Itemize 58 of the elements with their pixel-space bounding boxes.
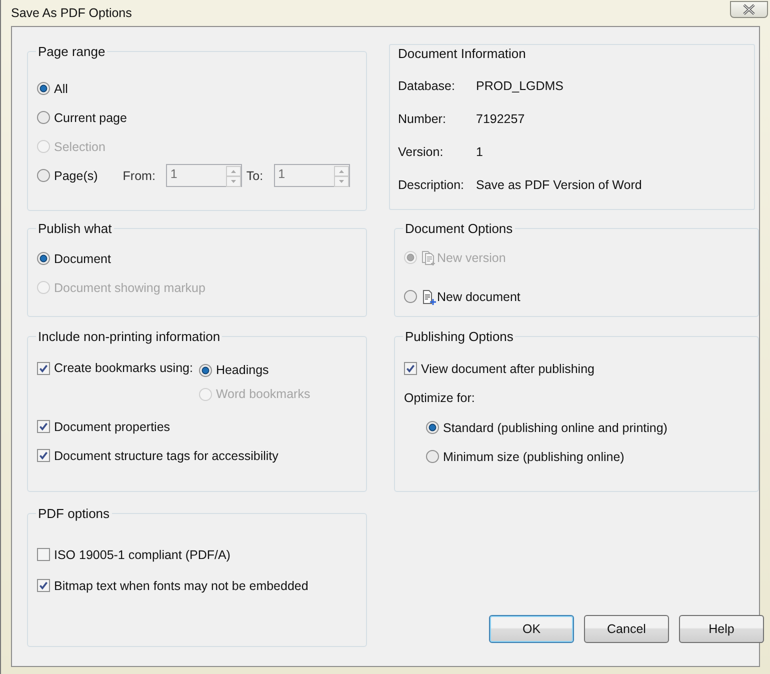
dialog-button[interactable]: OK xyxy=(489,615,574,643)
group-title: Publish what xyxy=(37,221,113,236)
field-value: Save as PDF Version of Word xyxy=(476,178,642,192)
checkbox[interactable] xyxy=(37,449,50,462)
radio-label: Selection xyxy=(54,140,106,154)
radio-button[interactable] xyxy=(37,111,50,124)
radio-button[interactable] xyxy=(198,364,212,376)
new-document-icon xyxy=(421,288,437,304)
radio-label: Headings xyxy=(216,363,269,377)
radio-label: Word bookmarks xyxy=(216,387,310,401)
radio-label: Current page xyxy=(54,110,127,124)
checkbox-label: Document structure tags for accessibility xyxy=(54,448,278,462)
field-value: 7192257 xyxy=(476,112,525,126)
field-label: Description: xyxy=(398,178,465,192)
group-title: Include non-printing information xyxy=(37,329,222,344)
checkbox[interactable] xyxy=(37,548,50,561)
group-title: Page range xyxy=(37,44,106,59)
field-label: To: xyxy=(246,168,264,182)
radio-button[interactable] xyxy=(37,169,50,182)
radio-label: Document showing markup xyxy=(54,280,206,294)
window-title: Save As PDF Options xyxy=(11,6,132,20)
radio-label: Minimum size (publishing online) xyxy=(443,450,624,464)
radio-label: Standard (publishing online and printing) xyxy=(443,420,668,434)
radio-label: All xyxy=(54,82,68,96)
documents-icon xyxy=(421,250,437,266)
checkbox-label: ISO 19005-1 compliant (PDF/A) xyxy=(54,548,230,562)
radio-button[interactable] xyxy=(426,450,439,463)
field-label: Number: xyxy=(398,112,447,126)
group-title: Document Options xyxy=(404,221,514,236)
panel-title: Document Information xyxy=(398,46,527,63)
checkbox-label: Bitmap text when fonts may not be embedded xyxy=(54,578,308,592)
radio-button[interactable] xyxy=(426,421,439,434)
checkbox[interactable] xyxy=(37,420,50,433)
field-value: 1 xyxy=(476,144,483,158)
radio-button[interactable] xyxy=(37,82,50,95)
checkbox-label: Create bookmarks using: xyxy=(54,361,193,375)
checkbox[interactable] xyxy=(37,362,50,374)
group-title: PDF options xyxy=(37,506,111,521)
checkbox[interactable] xyxy=(404,362,417,375)
field-value: PROD_LGDMS xyxy=(476,78,564,92)
dialog-button[interactable]: Cancel xyxy=(584,615,669,643)
radio-button[interactable] xyxy=(37,252,50,265)
field-label: Version: xyxy=(398,144,444,158)
checkbox[interactable] xyxy=(37,579,50,592)
dialog-button[interactable]: Help xyxy=(679,615,764,643)
radio-label: New document xyxy=(437,290,520,304)
close-button[interactable] xyxy=(730,1,768,18)
radio-label: Document xyxy=(54,252,111,266)
radio-button[interactable] xyxy=(404,290,417,303)
close-icon xyxy=(742,4,756,15)
checkbox-label: Document properties xyxy=(54,420,170,434)
radio-label: Page(s) xyxy=(54,168,98,182)
radio-label: New version xyxy=(437,250,506,264)
field-label: Database: xyxy=(398,78,456,92)
group-title: Publishing Options xyxy=(404,329,514,344)
checkbox-label: View document after publishing xyxy=(421,362,594,376)
field-label: From: xyxy=(122,168,156,182)
section-label: Optimize for: xyxy=(404,391,475,405)
